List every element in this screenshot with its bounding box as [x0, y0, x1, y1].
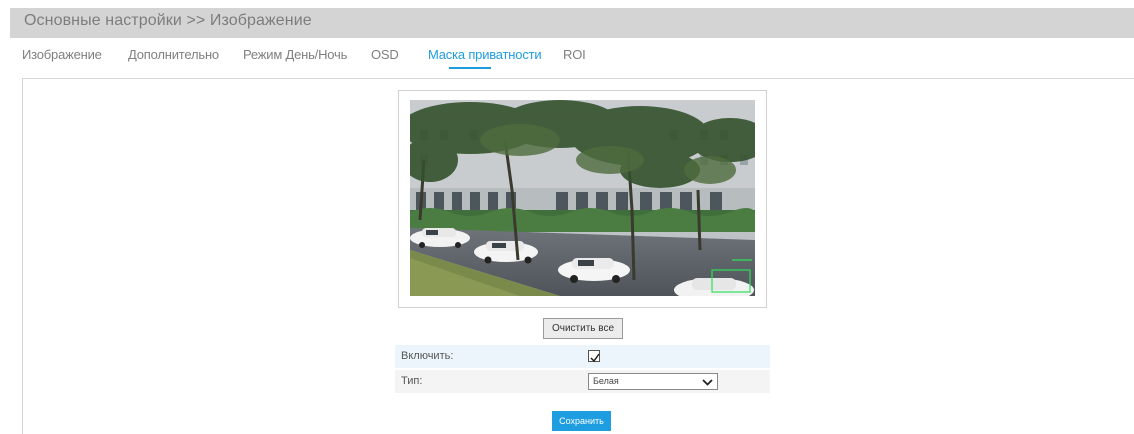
tab-advanced[interactable]: Дополнительно: [128, 47, 219, 62]
page-header: Основные настройки >> Изображение: [10, 8, 1134, 38]
camera-preview-image: [410, 100, 755, 296]
type-label: Тип:: [401, 375, 423, 387]
tab-privacy-mask[interactable]: Маска приватности: [428, 47, 542, 62]
enable-label: Включить:: [401, 350, 454, 362]
tab-day-night[interactable]: Режим День/Ночь: [243, 47, 347, 62]
camera-preview[interactable]: [410, 100, 755, 296]
tab-image[interactable]: Изображение: [22, 47, 102, 62]
tab-osd[interactable]: OSD: [371, 47, 399, 62]
clear-all-button[interactable]: Очистить все: [543, 318, 623, 339]
type-row: Тип: Белая: [395, 370, 770, 393]
active-tab-indicator: [449, 67, 491, 69]
type-select[interactable]: Белая: [588, 373, 718, 390]
tab-roi[interactable]: ROI: [563, 47, 586, 62]
enable-checkbox[interactable]: [588, 350, 600, 363]
checkmark-icon: [590, 353, 600, 363]
enable-row: Включить:: [395, 345, 770, 368]
page-title: Основные настройки >> Изображение: [24, 12, 312, 29]
type-select-value: Белая: [593, 376, 619, 386]
tab-bar: Изображение Дополнительно Режим День/Ноч…: [0, 47, 1134, 71]
save-button[interactable]: Сохранить: [552, 411, 611, 431]
chevron-down-icon: [702, 379, 713, 386]
